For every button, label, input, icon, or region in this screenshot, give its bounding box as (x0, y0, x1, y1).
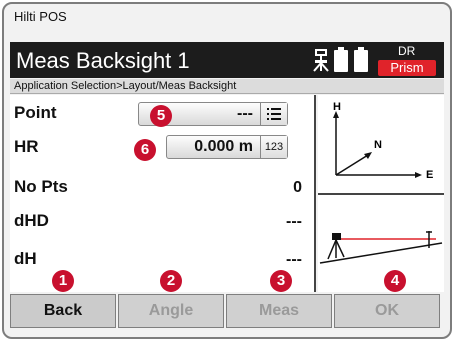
dh-value: --- (286, 251, 302, 268)
battery-icon (334, 47, 348, 72)
dhd-value: --- (286, 213, 302, 230)
tripod-icon (313, 49, 329, 72)
point-label: Point (14, 103, 57, 122)
graphic-panel: H N E (318, 95, 444, 292)
hr-row: HR 0.000 m 123 6 (10, 131, 314, 164)
no-pts-value: 0 (293, 179, 302, 196)
dh-label: dH (14, 249, 37, 268)
no-pts-label: No Pts (14, 177, 68, 196)
device-screen: Hilti POS Meas Backsight 1 DR Prism Appl… (0, 0, 452, 339)
dhd-row: dHD --- (10, 205, 314, 238)
callout-badge-3: 3 (270, 270, 292, 292)
battery-icon (354, 47, 368, 72)
dhd-label: dHD (14, 211, 49, 230)
page-title: Meas Backsight 1 (16, 48, 190, 73)
hr-label: HR (14, 137, 39, 156)
callout-badge-6: 6 (134, 139, 156, 161)
sight-line-icon (318, 195, 444, 292)
screen-header: Meas Backsight 1 DR Prism (10, 42, 444, 78)
axis-h-label: H (333, 101, 341, 113)
keypad-icon[interactable]: 123 (260, 136, 287, 158)
axes-icon: H N E (318, 95, 444, 195)
axis-n-label: N (374, 139, 382, 151)
dh-row: dH --- (10, 243, 314, 276)
callout-badge-4: 4 (384, 270, 406, 292)
main-content: Point --- 5 HR 0.000 m 123 6 No Pts 0 dH… (10, 95, 316, 292)
hr-value: 0.000 m (194, 138, 253, 155)
meas-button[interactable]: Meas (226, 294, 332, 328)
callout-badge-2: 2 (160, 270, 182, 292)
hr-field[interactable]: 0.000 m 123 (166, 135, 288, 159)
measure-mode-label: DR (398, 44, 416, 58)
ok-button[interactable]: OK (334, 294, 440, 328)
softkey-bar: Back Angle Meas OK (10, 294, 444, 328)
axis-e-label: E (426, 169, 434, 181)
list-icon[interactable] (260, 103, 287, 125)
point-row: Point --- 5 (10, 97, 314, 130)
app-title: Hilti POS (14, 9, 67, 24)
angle-button[interactable]: Angle (118, 294, 224, 328)
callout-badge-5: 5 (150, 105, 172, 127)
breadcrumb: Application Selection>Layout/Meas Backsi… (10, 79, 444, 94)
point-value: --- (237, 105, 253, 122)
no-pts-row: No Pts 0 (10, 171, 314, 204)
callout-badge-1: 1 (52, 270, 74, 292)
back-button[interactable]: Back (10, 294, 116, 328)
prism-mode-badge[interactable]: Prism (378, 60, 436, 76)
